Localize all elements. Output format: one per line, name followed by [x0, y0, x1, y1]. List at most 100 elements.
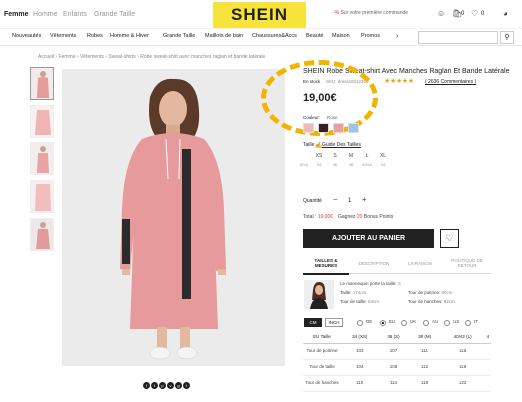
color-swatch[interactable] — [333, 123, 344, 133]
table-cell: 104 — [341, 359, 379, 376]
gender-tab-enfants[interactable]: Enfants — [63, 11, 87, 18]
row-label: Tour de hanches — [303, 375, 341, 392]
nav-item-chaussures[interactable]: Chaussures&Accs — [252, 33, 297, 40]
facebook-icon[interactable]: f — [143, 382, 150, 389]
google-icon[interactable]: g — [175, 382, 182, 389]
product-tabs: TAILLES & MESURES DESCRIPTION LIVRAISON … — [303, 256, 491, 274]
nav-item-nouveautes[interactable]: Nouveautés — [12, 33, 41, 40]
nav-item-grande-taille[interactable]: Grande Taille — [163, 33, 195, 40]
tumblr-icon[interactable]: t — [183, 382, 190, 389]
nav-item-homme-hiver[interactable]: Homme & Hiver — [110, 33, 149, 40]
search-input[interactable] — [418, 31, 498, 44]
nav-item-robes[interactable]: Robes — [87, 33, 103, 40]
heart-icon[interactable]: ♡ — [440, 229, 459, 248]
region-label-de: DE — [366, 319, 373, 324]
promo-banner[interactable]: -% Sur votre première commande — [333, 11, 408, 16]
promo-mark: -% — [333, 10, 340, 16]
product-main-image[interactable] — [62, 69, 285, 366]
size-guide-link[interactable]: Guide Des Tailles — [322, 143, 361, 148]
size-option-l[interactable]: L — [359, 154, 375, 159]
gender-tab-homme[interactable]: Homme — [33, 11, 58, 18]
table-cell: 108 — [378, 359, 409, 376]
product-thumbnail[interactable] — [30, 218, 54, 251]
model-height-value: 174cm — [352, 290, 367, 295]
size-eu-value: 40/42 — [361, 162, 372, 167]
model-waist-label: Tour de taille: — [340, 299, 367, 304]
vk-icon[interactable]: v — [167, 382, 174, 389]
quantity-label: Quantité — [303, 198, 322, 204]
total-line: Total : 19,00€ — [303, 215, 333, 220]
size-label: Taille — [303, 142, 315, 148]
size-eu-value: 34 — [316, 162, 322, 167]
promo-text: Sur votre première commande — [340, 10, 409, 16]
total-value: 19,00€ — [317, 214, 334, 220]
model-hips-label: Tour de hanches: — [408, 299, 443, 304]
reviews-link[interactable]: ( 2636 Commentaires ) — [425, 80, 476, 85]
table-cell: 111 — [408, 343, 441, 360]
quantity-decrease-button[interactable]: − — [333, 196, 338, 204]
pinterest-icon[interactable]: p — [159, 382, 166, 389]
table-cell: 122 — [440, 375, 485, 392]
color-swatch[interactable] — [318, 123, 329, 133]
region-radio-de[interactable] — [357, 320, 363, 326]
tab-description[interactable]: DESCRIPTION — [351, 261, 397, 267]
nav-item-beaute[interactable]: Beauté — [306, 33, 323, 40]
unit-cm-button[interactable]: CM — [304, 318, 322, 327]
region-radio-au[interactable] — [423, 320, 429, 326]
product-thumbnail[interactable] — [30, 180, 54, 213]
region-radio-uk[interactable] — [401, 320, 407, 326]
table-cell: 112 — [408, 359, 441, 376]
gender-tab-grande-taille[interactable]: Grande Taille — [94, 11, 135, 18]
tab-delivery[interactable]: LIVRAISON — [397, 261, 443, 267]
product-thumbnail[interactable] — [30, 105, 54, 138]
model-bust-label: Tour de poitrine: — [408, 290, 441, 295]
search-icon[interactable]: ⚲ — [500, 31, 514, 44]
social-share: ftpvgt — [143, 374, 191, 392]
row-label: Tour de taille — [303, 359, 341, 376]
twitter-icon[interactable]: t — [151, 382, 158, 389]
wishlist-icon[interactable]: ♡ — [471, 9, 478, 18]
model-photo — [304, 280, 334, 309]
region-radio-it[interactable] — [465, 320, 471, 326]
color-swatch[interactable] — [303, 123, 314, 133]
user-icon[interactable]: ☺ — [437, 9, 445, 18]
size-table-header-cell: 38 (M) — [408, 331, 441, 344]
size-table-header: EU Taille 34 (XS) 36 (S) 38 (M) 40/42 (L… — [303, 331, 491, 344]
color-swatch[interactable] — [348, 123, 359, 133]
nav-item-maillots[interactable]: Maillots de bain — [205, 33, 243, 40]
table-cell: 118 — [408, 375, 441, 392]
rating-stars-icon: ★★★★★ — [384, 78, 414, 85]
size-option-xs[interactable]: XS — [311, 154, 327, 159]
size-option-m[interactable]: M — [343, 154, 359, 159]
quantity-value[interactable]: 1 — [348, 198, 351, 204]
size-option-xl[interactable]: XL — [375, 154, 391, 159]
points-line: Gagnez 20 Bonus Points — [338, 215, 393, 220]
quantity-increase-button[interactable]: + — [362, 196, 367, 204]
nav-item-vetements[interactable]: Vêtements — [50, 33, 76, 40]
model-height-label: Taille: — [340, 290, 352, 295]
model-waist-value: 64cm — [368, 299, 380, 304]
nav-item-maison[interactable]: Maison — [332, 33, 350, 40]
product-thumbnail[interactable] — [30, 142, 54, 175]
breadcrumb[interactable]: Accueil › Femme › Vêtements › Sweat-shir… — [38, 55, 265, 60]
points-label: Gagnez — [338, 214, 356, 220]
region-radio-us[interactable] — [444, 320, 450, 326]
nav-item-promos[interactable]: Promos — [361, 33, 380, 40]
size-table-header-cell: 34 (XS) — [341, 331, 379, 344]
tab-return-policy[interactable]: POLITIQUE DE RETOUR — [443, 258, 491, 269]
region-radio-eu[interactable] — [380, 320, 386, 326]
add-to-cart-button[interactable]: AJOUTER AU PANIER — [303, 229, 434, 248]
model-size-value: S — [397, 281, 401, 286]
size-table-header-cell: 4 — [484, 331, 491, 344]
shein-logo[interactable]: SHEIN — [213, 2, 306, 28]
gender-tab-femme[interactable]: Femme — [4, 11, 29, 18]
globe-icon[interactable]: ◕ — [503, 9, 508, 18]
size-table: EU Taille 34 (XS) 36 (S) 38 (M) 40/42 (L… — [303, 331, 491, 392]
unit-inch-button[interactable]: INCH — [325, 318, 343, 327]
table-cell: 116 — [440, 359, 485, 376]
size-option-s[interactable]: S — [327, 154, 343, 159]
product-thumbnail[interactable] — [30, 67, 54, 100]
size-eu-value: 44 — [380, 162, 386, 167]
nav-more-icon[interactable]: › — [396, 33, 398, 40]
tab-sizes[interactable]: TAILLES & MESURES — [303, 258, 349, 269]
